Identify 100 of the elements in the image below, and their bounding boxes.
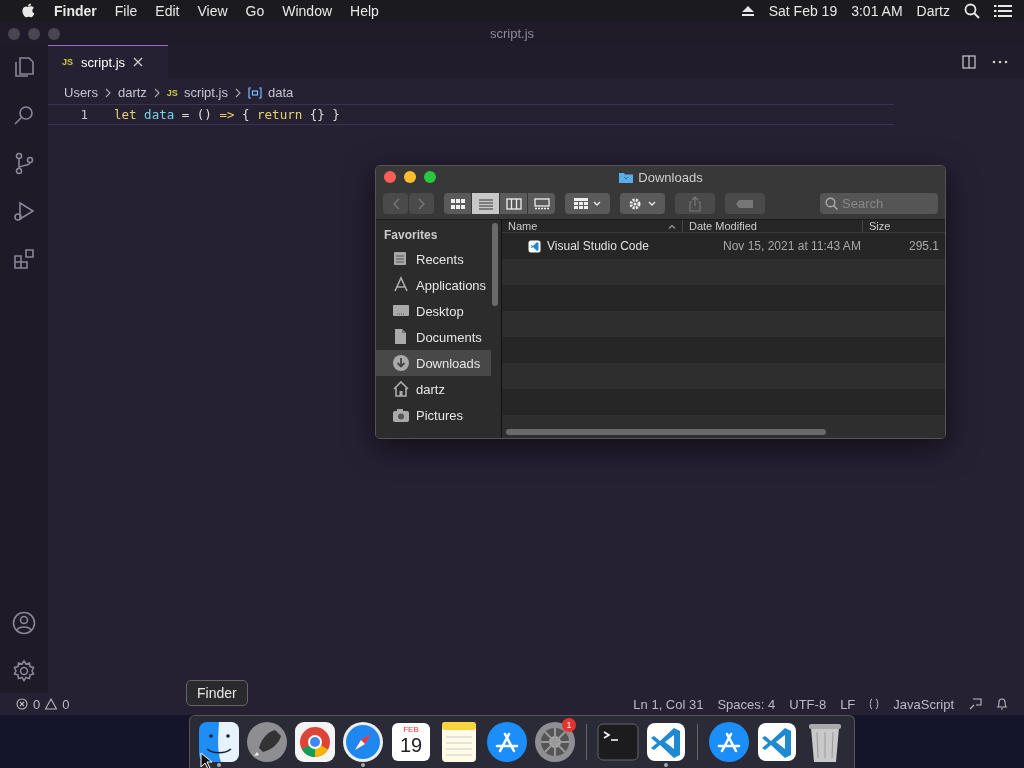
window-title: script.js bbox=[489, 26, 535, 41]
sidebar-item[interactable]: Downloads bbox=[376, 350, 491, 376]
breadcrumb-item[interactable]: data bbox=[267, 85, 294, 100]
column-header[interactable]: Size bbox=[863, 220, 945, 232]
downloads-icon bbox=[392, 354, 410, 372]
search-icon bbox=[825, 197, 838, 210]
scrollbar-thumb[interactable] bbox=[492, 223, 498, 306]
extensions-icon[interactable] bbox=[12, 247, 36, 271]
grid-icon bbox=[449, 197, 466, 210]
breadcrumb-item[interactable]: Users bbox=[64, 85, 98, 100]
close-button[interactable] bbox=[384, 171, 396, 183]
status-item[interactable]: LF bbox=[840, 696, 856, 712]
minimize-button[interactable] bbox=[404, 171, 416, 183]
group-button[interactable] bbox=[565, 193, 610, 214]
menu-item[interactable]: Window bbox=[282, 3, 333, 19]
status-item[interactable]: JavaScript bbox=[893, 696, 954, 712]
sidebar-item[interactable]: Documents bbox=[376, 324, 491, 350]
finder-app-icon[interactable] bbox=[197, 720, 241, 764]
code-line: let data = () => { return {} } bbox=[114, 107, 340, 122]
column-header[interactable]: Name bbox=[502, 220, 683, 232]
feedback-icon[interactable] bbox=[968, 697, 982, 711]
zoom-button[interactable] bbox=[424, 171, 436, 183]
chevron-left-icon bbox=[391, 197, 400, 210]
breadcrumb-item[interactable]: dartz bbox=[117, 85, 147, 100]
apple-icon[interactable] bbox=[20, 2, 36, 20]
sidebar-item[interactable]: Pictures bbox=[376, 402, 491, 428]
pointer-cursor-icon bbox=[200, 752, 212, 768]
sidebar-item[interactable]: Applications bbox=[376, 272, 491, 298]
line-number: 1 bbox=[79, 107, 89, 122]
scrollbar-thumb[interactable] bbox=[506, 429, 826, 435]
menu-app-name[interactable]: Finder bbox=[54, 3, 97, 19]
list-icon bbox=[477, 197, 494, 210]
sidebar-item[interactable]: dartz bbox=[376, 376, 491, 402]
vscode-app-icon[interactable] bbox=[644, 720, 688, 764]
more-icon[interactable] bbox=[992, 59, 1008, 64]
window-title: Downloads bbox=[638, 169, 703, 185]
bell-icon[interactable] bbox=[996, 697, 1008, 711]
launchpad-app-icon[interactable] bbox=[245, 720, 289, 764]
view-button[interactable] bbox=[500, 193, 527, 214]
status-item[interactable]: Ln 1, Col 31 bbox=[633, 696, 704, 712]
file-name[interactable]: Visual Studio Code bbox=[502, 239, 715, 253]
run-debug-icon[interactable] bbox=[12, 199, 36, 223]
files-icon[interactable] bbox=[12, 55, 36, 79]
chevron-right-icon bbox=[417, 197, 426, 210]
view-button[interactable] bbox=[528, 193, 555, 214]
menu-user[interactable]: Dartz bbox=[916, 3, 950, 19]
close-icon[interactable] bbox=[133, 57, 144, 67]
js-file-icon: JS bbox=[166, 87, 178, 98]
search-icon[interactable] bbox=[964, 3, 980, 19]
js-file-icon: JS bbox=[62, 57, 73, 67]
error-icon[interactable] bbox=[16, 698, 28, 710]
notification-badge: 1 bbox=[562, 718, 576, 732]
app-icon bbox=[528, 239, 541, 253]
action-button[interactable] bbox=[620, 193, 665, 214]
braces-icon bbox=[869, 698, 880, 710]
column-header[interactable]: Date Modified bbox=[683, 220, 863, 232]
share-icon bbox=[688, 195, 702, 212]
menu-item[interactable]: Help bbox=[350, 3, 379, 19]
warning-count[interactable]: 0 bbox=[62, 696, 70, 712]
menu-item[interactable]: File bbox=[114, 3, 138, 19]
status-item[interactable]: UTF-8 bbox=[789, 696, 827, 712]
sidebar-item[interactable]: Recents bbox=[376, 246, 491, 272]
menu-date: Sat Feb 19 bbox=[768, 3, 838, 19]
sidebar-heading: Favorites bbox=[383, 228, 439, 244]
calendar-app-icon[interactable]: FEB 19 bbox=[392, 723, 430, 761]
list-icon[interactable] bbox=[994, 4, 1012, 18]
menu-item[interactable]: Edit bbox=[155, 3, 180, 19]
view-button[interactable] bbox=[444, 193, 471, 214]
variable-icon bbox=[247, 86, 262, 99]
tooltip: Finder bbox=[186, 680, 248, 706]
chevron-icon bbox=[234, 87, 241, 98]
appstore-app-icon[interactable] bbox=[707, 720, 751, 764]
menu-item[interactable]: View bbox=[197, 3, 228, 19]
chrome-app-icon[interactable] bbox=[293, 720, 337, 764]
folder-icon bbox=[618, 170, 635, 184]
menu-item[interactable]: Go bbox=[245, 3, 265, 19]
settings-app-icon[interactable] bbox=[533, 720, 577, 764]
chevron-icon bbox=[104, 87, 111, 98]
split-editor-icon[interactable] bbox=[962, 54, 976, 69]
sidebar-item[interactable]: Desktop bbox=[376, 298, 491, 324]
sort-caret-icon bbox=[668, 223, 676, 229]
appstore-app-icon[interactable] bbox=[485, 720, 529, 764]
settings-icon[interactable] bbox=[12, 659, 36, 683]
menu-time: 3:01 AM bbox=[851, 3, 903, 19]
chevron-icon bbox=[153, 87, 160, 98]
status-item[interactable]: Spaces: 4 bbox=[717, 696, 776, 712]
breadcrumb-item[interactable]: script.js bbox=[183, 85, 228, 100]
safari-app-icon[interactable] bbox=[341, 720, 385, 764]
gear-icon bbox=[627, 196, 658, 211]
applications-icon bbox=[392, 276, 410, 294]
calendar-month: FEB bbox=[403, 725, 419, 734]
gallery-icon bbox=[533, 197, 550, 210]
account-icon[interactable] bbox=[12, 611, 36, 635]
warning-icon[interactable] bbox=[45, 698, 58, 710]
error-count[interactable]: 0 bbox=[33, 696, 41, 712]
columns-icon bbox=[505, 197, 522, 210]
eject-icon[interactable] bbox=[740, 5, 755, 17]
editor-tab[interactable]: JS script.js bbox=[48, 45, 168, 78]
home-icon bbox=[392, 380, 410, 398]
vscode-app-icon[interactable] bbox=[755, 720, 799, 764]
